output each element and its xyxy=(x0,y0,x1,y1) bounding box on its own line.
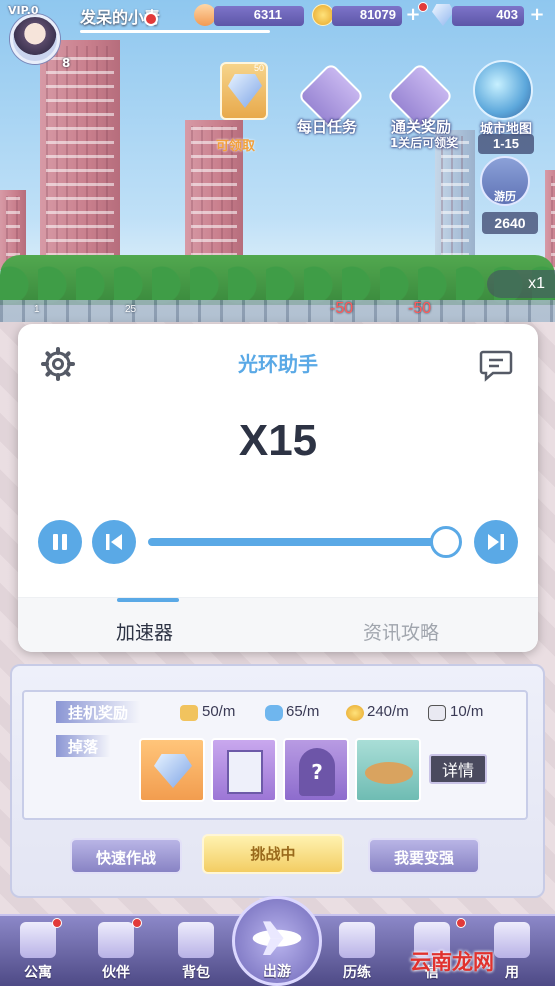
damage-number: -50 xyxy=(330,300,354,317)
resource-ribbon: 6311 xyxy=(214,6,304,26)
diamond-icon xyxy=(228,74,262,108)
travel-label: 游历 xyxy=(494,190,516,203)
battle-stat: 25 xyxy=(125,304,137,315)
exp-rate: 50/m xyxy=(202,703,236,720)
drop-item-book[interactable] xyxy=(211,738,277,802)
accelerator-widget: 光环助手 X15 加速器 资讯攻略 xyxy=(18,324,538,652)
nav-label: 历练 xyxy=(343,965,371,981)
nav-label: 公寓 xyxy=(24,965,52,981)
reward-box-label[interactable]: 可领取 xyxy=(216,135,255,154)
player-level: 8 xyxy=(62,56,71,70)
notification-dot xyxy=(52,918,62,928)
damage-number: -50 xyxy=(408,300,432,317)
exp-icon xyxy=(180,705,198,721)
globe-icon[interactable] xyxy=(473,60,533,120)
fence xyxy=(0,300,555,324)
pause-icon xyxy=(53,534,67,550)
clear-reward-subtitle: 1关后可领奖 xyxy=(389,136,459,150)
details-button[interactable]: 详情 xyxy=(429,754,487,784)
pause-button[interactable] xyxy=(38,520,82,564)
speed-slider-handle[interactable] xyxy=(430,526,462,558)
building xyxy=(435,130,475,270)
widget-tabs: 加速器 资讯攻略 xyxy=(18,597,538,652)
resource-coin: 81079 xyxy=(332,6,402,26)
tab-accelerator[interactable]: 加速器 xyxy=(116,618,173,645)
watermark: 云南龙网 xyxy=(410,950,494,974)
idle-reward-label: 挂机奖励 xyxy=(56,701,141,723)
resource-diamond: 403 xyxy=(452,6,524,26)
quick-battle-button[interactable]: 快速作战 xyxy=(70,838,182,874)
ticket-rate: 10/m xyxy=(450,703,484,720)
nav-training[interactable]: 历练 xyxy=(325,916,389,986)
nav-label: 出游 xyxy=(263,964,291,980)
vip-level[interactable]: VIP.0 xyxy=(8,4,38,17)
nav-label: 伙伴 xyxy=(102,965,130,981)
bottle-icon xyxy=(265,705,283,721)
feedback-chat-icon[interactable] xyxy=(476,344,516,384)
notification-dot xyxy=(456,918,466,928)
skip-forward-button[interactable] xyxy=(474,520,518,564)
mystery-figure-icon: ? xyxy=(299,748,335,796)
partner-icon xyxy=(98,922,134,958)
trophy-icon xyxy=(339,922,375,958)
notification-dot xyxy=(418,2,428,12)
widget-title: 光环助手 xyxy=(238,352,318,376)
get-stronger-button[interactable]: 我要变强 xyxy=(368,838,480,874)
bottle-rate: 65/m xyxy=(286,703,320,720)
ribbon-icon xyxy=(194,4,216,26)
drops-label: 掉落 xyxy=(56,735,111,757)
drop-item-hat[interactable] xyxy=(355,738,421,802)
speed-multiplier-value: X15 xyxy=(238,416,318,465)
battle-stat: 1 xyxy=(34,304,40,315)
building xyxy=(545,170,555,270)
add-diamond-button[interactable]: + xyxy=(528,6,546,25)
book-icon xyxy=(227,750,263,794)
active-tab-indicator xyxy=(117,598,179,602)
skip-back-icon xyxy=(106,534,122,550)
exp-bar xyxy=(80,30,270,33)
battle-speed-button[interactable]: x1 xyxy=(487,270,555,298)
apartment-icon xyxy=(20,922,56,958)
nav-label: 背包 xyxy=(182,965,210,981)
ticket-icon xyxy=(428,705,446,721)
coin-icon xyxy=(346,705,364,721)
stage-indicator: 1-15 xyxy=(478,134,534,154)
hat-icon xyxy=(365,762,413,784)
drop-item-mystery[interactable]: ? xyxy=(283,738,349,802)
challenging-button[interactable]: 挑战中 xyxy=(202,834,344,874)
drop-item-diamond[interactable] xyxy=(139,738,205,802)
travel-value: 2640 xyxy=(482,212,538,234)
nav-backpack[interactable]: 背包 xyxy=(164,916,228,986)
trees xyxy=(0,255,555,305)
backpack-icon xyxy=(178,922,214,958)
building xyxy=(40,40,120,270)
daily-task-label[interactable]: 每日任务 xyxy=(287,116,367,137)
coin-rate: 240/m xyxy=(367,703,409,720)
speed-slider-track[interactable] xyxy=(148,538,446,546)
notification-dot xyxy=(132,918,142,928)
more-icon xyxy=(494,922,530,958)
player-avatar[interactable] xyxy=(10,14,60,64)
travel-button[interactable]: 游历 xyxy=(480,156,530,206)
nav-travel[interactable]: 出游 xyxy=(232,896,322,986)
reward-box[interactable]: 50 xyxy=(220,62,268,120)
notification-dot xyxy=(144,12,158,26)
coin-icon xyxy=(312,4,334,26)
diamond-icon xyxy=(154,754,192,788)
skip-forward-icon xyxy=(488,534,504,550)
tab-news-guides[interactable]: 资讯攻略 xyxy=(363,618,439,645)
skip-back-button[interactable] xyxy=(92,520,136,564)
reward-box-count: 50 xyxy=(253,63,264,73)
